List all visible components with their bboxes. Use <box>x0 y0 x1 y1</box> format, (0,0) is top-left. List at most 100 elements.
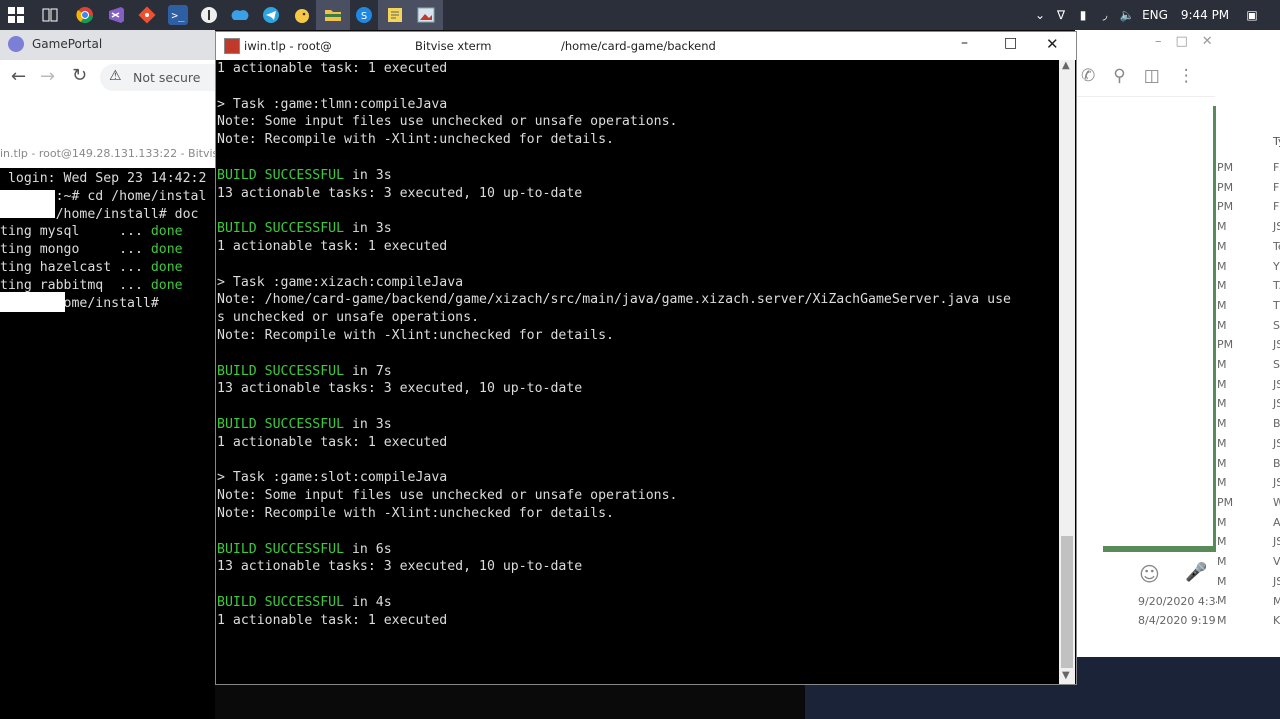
terminal-line-text: in 4s <box>344 595 392 610</box>
file-time-fragment: M <box>1217 417 1227 431</box>
notes-icon[interactable] <box>385 5 405 25</box>
maximize-icon[interactable]: □ <box>1176 34 1188 49</box>
service-status: done <box>150 260 183 275</box>
background-terminal[interactable]: in.tlp - root@149.28.131.133:22 - Bitvis… <box>0 140 215 719</box>
forward-icon[interactable]: → <box>40 66 55 87</box>
scroll-down-icon[interactable]: ▼ <box>1062 670 1070 681</box>
battery-icon[interactable]: ▮ <box>1072 8 1094 22</box>
terminal-line: ting rabbitmq ... done <box>0 278 183 293</box>
terminal-line-text: 13 actionable tasks: 3 executed, 10 up-t… <box>217 381 583 397</box>
windows-icon[interactable] <box>6 5 26 25</box>
file-type-fragment: JS <box>1273 476 1280 490</box>
close-icon[interactable]: ✕ <box>1046 35 1059 53</box>
emoji-icon[interactable]: ☺ <box>1139 562 1160 586</box>
xterm-titlebar[interactable]: iwin.tlp - root@ Bitvise xterm /home/car… <box>216 32 1076 60</box>
panel-icon[interactable]: ◫ <box>1144 66 1160 86</box>
column-header: Ty <box>1273 135 1280 148</box>
file-type-fragment: A <box>1273 515 1280 529</box>
file-time-fragment: M <box>1217 476 1227 490</box>
terminal-line: Note: Recompile with -Xlint:unchecked fo… <box>217 506 614 521</box>
cloud-icon[interactable] <box>230 5 250 25</box>
vpn-icon[interactable]: ∇ <box>1050 8 1072 22</box>
volume-icon[interactable]: 🔈 <box>1116 8 1138 22</box>
back-icon[interactable]: ← <box>11 66 26 87</box>
chrome-page-area <box>0 95 215 140</box>
file-type-fragment: T. <box>1273 279 1280 293</box>
build-status: BUILD SUCCESSFUL <box>217 595 345 610</box>
file-time-fragment: PM <box>1217 161 1234 174</box>
terminal-line: BUILD SUCCESSFUL in 6s <box>217 542 392 557</box>
terminal-output[interactable]: 1 actionable task: 1 executed > Task :gam… <box>216 60 1059 684</box>
file-time-fragment: M <box>1217 535 1227 549</box>
service-status: done <box>150 242 183 258</box>
duck-icon[interactable] <box>292 5 312 25</box>
taskbar: >_ S ⌄ ∇ ▮ ◞ 🔈 ENG 9:44 PM ▣ <box>0 0 1280 30</box>
terminal-line: login: Wed Sep 23 14:42:2 <box>0 171 207 186</box>
visual-studio-icon[interactable] <box>106 5 126 25</box>
file-type-fragment: F <box>1273 200 1280 214</box>
terminal-line: > Task :game:xizach:compileJava <box>217 275 463 290</box>
circle-app-icon[interactable] <box>199 5 219 25</box>
terminal-line-text: 13 actionable tasks: 3 executed, 10 up-t… <box>217 559 583 575</box>
terminal-line-text: login: Wed Sep 23 14:42:2 <box>0 171 207 186</box>
minimize-icon[interactable]: – <box>961 35 968 51</box>
terminal-line-text: 1 actionable task: 1 executed <box>217 239 448 254</box>
terminal-line: ting mongo ... done <box>0 242 183 257</box>
language-indicator[interactable]: ENG <box>1138 8 1172 22</box>
terminal-line-text: Note: Some input files use unchecked or … <box>217 488 678 504</box>
file-time-fragment: M <box>1217 220 1227 234</box>
terminal-line: Note: /home/card-game/backend/game/xizac… <box>217 292 1011 307</box>
powershell-icon[interactable]: >_ <box>168 5 188 25</box>
file-time-fragment: PM <box>1217 495 1234 509</box>
chrome-icon[interactable] <box>75 5 95 25</box>
more-icon[interactable]: ⋮ <box>1178 66 1195 86</box>
phone-icon[interactable]: ✆ <box>1081 66 1095 86</box>
file-letter: M <box>1273 595 1280 608</box>
terminal-line-text: 13 actionable tasks: 3 executed, 10 up-t… <box>217 185 583 201</box>
build-status: BUILD SUCCESSFUL <box>217 541 345 557</box>
xterm-title-program: Bitvise xterm <box>415 39 492 53</box>
tab-gameportal[interactable]: GamePortal <box>8 36 102 52</box>
address-bar[interactable]: ⚠ Not secure <box>100 64 215 91</box>
file-type-fragment: S <box>1273 318 1280 332</box>
notification-icon[interactable]: ▣ <box>1238 8 1266 22</box>
reload-icon[interactable]: ↻ <box>72 65 87 86</box>
git-icon[interactable] <box>137 5 157 25</box>
scrollbar[interactable]: ▲ ▼ <box>1059 60 1075 684</box>
image-viewer-icon[interactable] <box>416 5 436 25</box>
redacted-block <box>0 190 55 218</box>
terminal-line-text: s unchecked or unsafe operations. <box>217 310 480 326</box>
file-type-fragment: W <box>1273 495 1280 509</box>
file-type-fragment: F <box>1273 161 1280 174</box>
file-time-fragment: M <box>1217 515 1227 529</box>
folder-icon[interactable] <box>323 5 343 25</box>
scrollbar-thumb[interactable] <box>1061 536 1073 668</box>
security-label: Not secure <box>133 70 201 85</box>
chat-toolbar: ✆ ⚲ ◫ ⋮ <box>1081 66 1195 86</box>
wifi-icon[interactable]: ◞ <box>1094 8 1116 22</box>
file-time-fragment: M <box>1217 279 1227 293</box>
terminal-line-text: 1 actionable task: 1 executed <box>217 61 448 76</box>
clock[interactable]: 9:44 PM <box>1172 8 1238 22</box>
task-view-icon[interactable] <box>40 5 60 25</box>
maximize-icon[interactable]: □ <box>1004 35 1017 51</box>
file-type-fragment: S <box>1273 358 1280 371</box>
microphone-icon[interactable]: 🎤 <box>1185 562 1207 583</box>
chevron-up-icon[interactable]: ⌄ <box>1030 8 1050 22</box>
file-type-fragment: JS <box>1273 338 1280 352</box>
telegram-icon[interactable] <box>261 5 281 25</box>
terminal-line: Note: Some input files use unchecked or … <box>217 114 678 129</box>
bitvise-xterm-window[interactable]: iwin.tlp - root@ Bitvise xterm /home/car… <box>215 31 1077 685</box>
terminal-line: 13 actionable tasks: 3 executed, 10 up-t… <box>217 186 582 201</box>
minimize-icon[interactable]: – <box>1155 34 1162 49</box>
search-icon[interactable]: ⚲ <box>1113 66 1125 86</box>
svg-text:S: S <box>361 11 367 22</box>
file-time-fragment: M <box>1217 239 1227 253</box>
terminal-line-text: in 3s <box>344 417 392 432</box>
skype-icon[interactable]: S <box>354 5 374 25</box>
terminal-line: Note: Some input files use unchecked or … <box>217 488 678 503</box>
terminal-line: BUILD SUCCESSFUL in 3s <box>217 168 392 183</box>
scroll-up-icon[interactable]: ▲ <box>1062 60 1070 71</box>
file-time-fragment: M <box>1217 397 1227 411</box>
close-icon[interactable]: ✕ <box>1202 34 1213 49</box>
